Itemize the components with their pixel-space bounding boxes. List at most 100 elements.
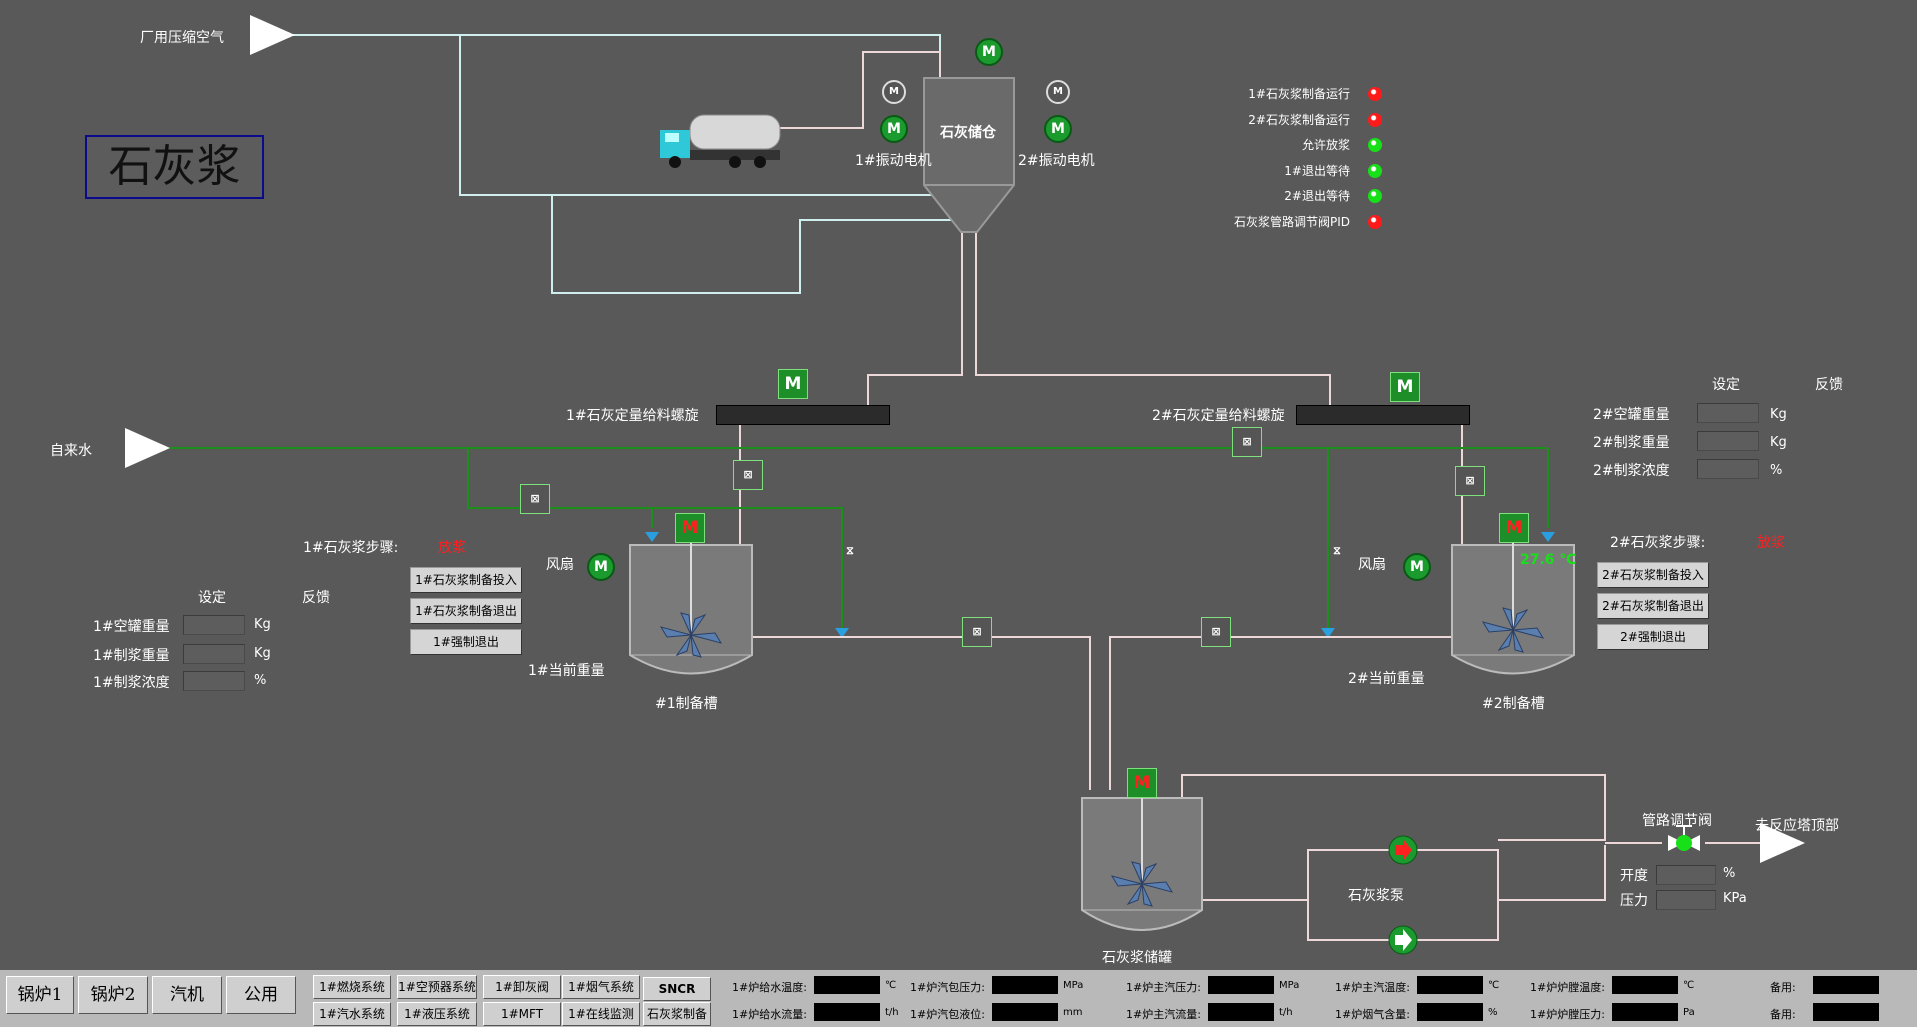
nav-sub-3[interactable]: 1#液压系统 <box>397 1002 477 1026</box>
right-col-fb: 反馈 <box>1815 377 1843 393</box>
screw-1[interactable] <box>716 405 890 425</box>
silo-label: 石灰储仓 <box>940 125 996 141</box>
status-row: 允许放浆 <box>1200 136 1390 156</box>
right-unit-0: Kg <box>1770 407 1787 422</box>
nav-sub-5[interactable]: 1#MFT <box>483 1002 561 1026</box>
status-indicator-icon <box>1368 163 1382 178</box>
storage-name: 石灰浆储罐 <box>1102 950 1172 966</box>
silo-motor-icon[interactable]: M <box>975 38 1003 66</box>
air-pipes <box>290 34 951 294</box>
water-valve-1-icon[interactable]: ⊠ <box>520 484 550 514</box>
status-indicator-icon <box>1368 189 1382 203</box>
nav-sub-4[interactable]: 1#卸灰阀 <box>483 975 561 999</box>
nav-boiler-1[interactable]: 锅炉1 <box>6 976 74 1014</box>
left-field-2[interactable] <box>183 671 245 691</box>
status-row: 1#石灰浆制备运行 <box>1200 85 1390 105</box>
right-field-2[interactable] <box>1697 459 1759 479</box>
screw-1-motor-icon[interactable]: M <box>778 369 808 399</box>
water-valve-4-icon[interactable]: ⊠ <box>1455 466 1485 496</box>
screw-2[interactable] <box>1296 405 1470 425</box>
valve-pressure-unit: KPa <box>1723 891 1747 906</box>
nav-turbine[interactable]: 汽机 <box>152 976 222 1014</box>
right-unit-1: Kg <box>1770 435 1787 450</box>
nav-sub-1[interactable]: 1#汽水系统 <box>313 1002 391 1026</box>
screw-1-label: 1#石灰定量给料螺旋 <box>566 408 699 424</box>
right-step-label: 2#石灰浆步骤: <box>1610 535 1706 551</box>
nav-sub-8[interactable]: SNCR <box>643 977 711 1001</box>
status-row: 2#石灰浆制备运行 <box>1200 111 1390 131</box>
screw-2-label: 2#石灰定量给料螺旋 <box>1152 408 1285 424</box>
nav-sub-7[interactable]: 1#在线监测 <box>562 1002 640 1026</box>
nav-sub-0[interactable]: 1#燃烧系统 <box>313 975 391 999</box>
fan-2-motor-icon[interactable]: M <box>1403 553 1431 581</box>
fan-1-motor-icon[interactable]: M <box>587 553 615 581</box>
status-row: 2#退出等待 <box>1200 187 1390 207</box>
readout-value <box>1813 1003 1879 1021</box>
readout-label: 1#炉主汽流量: <box>1126 1008 1201 1021</box>
tank-2-agitator-motor-icon[interactable]: M <box>1499 513 1529 543</box>
nav-sub-6[interactable]: 1#烟气系统 <box>562 975 640 999</box>
readout-unit: MPa <box>1279 980 1300 991</box>
left-field-1[interactable] <box>183 644 245 664</box>
tank-1-agitator-motor-icon[interactable]: M <box>675 513 705 543</box>
water-valve-3-icon[interactable]: ⊠ <box>1232 427 1262 457</box>
storage-agitator-motor-icon[interactable]: M <box>1127 768 1157 798</box>
right-btn-0[interactable]: 2#石灰浆制备投入 <box>1597 562 1709 588</box>
status-row: 石灰浆管路调节阀PID <box>1200 213 1390 233</box>
readout-label: 1#炉主汽压力: <box>1126 981 1201 994</box>
status-indicator-icon <box>1368 112 1382 127</box>
right-btn-2[interactable]: 2#强制退出 <box>1597 624 1709 650</box>
readout-value <box>1208 976 1274 994</box>
nav-sub-2[interactable]: 1#空预器系统 <box>397 975 477 999</box>
screw-2-motor-icon[interactable]: M <box>1390 372 1420 402</box>
readout-label: 1#炉汽包液位: <box>910 1008 985 1021</box>
valve-motor-2-icon[interactable]: M <box>1046 80 1070 104</box>
readout-unit: MPa <box>1063 980 1084 991</box>
water-valve-2-icon[interactable]: ⊠ <box>733 460 763 490</box>
valve-motor-1-icon[interactable]: M <box>882 80 906 104</box>
readout-label: 1#炉烟气含量: <box>1335 1008 1410 1021</box>
drain-valve-1-icon[interactable]: ⊠ <box>962 617 992 647</box>
drain-valve-2-icon[interactable]: ⊠ <box>1201 617 1231 647</box>
lime-feed-pipes <box>739 230 1463 545</box>
control-valve-label: 管路调节阀 <box>1642 813 1712 829</box>
readout-label: 1#炉炉膛压力: <box>1530 1008 1605 1021</box>
status-label: 允许放浆 <box>1301 138 1350 152</box>
tank-2-temp: 27.6 ℃ <box>1520 552 1577 568</box>
nav-public[interactable]: 公用 <box>226 976 296 1014</box>
valve-open-unit: % <box>1723 866 1736 881</box>
truck-icon <box>660 114 781 168</box>
left-btn-1[interactable]: 1#石灰浆制备退出 <box>410 598 522 624</box>
readout-label: 备用: <box>1770 1008 1796 1021</box>
vib-motor-2-icon[interactable]: M <box>1044 115 1072 143</box>
readout-value <box>1612 976 1678 994</box>
left-field-0[interactable] <box>183 615 245 635</box>
readout-value <box>1813 976 1879 994</box>
nav-boiler-2[interactable]: 锅炉2 <box>78 976 148 1014</box>
readout-unit: mm <box>1063 1007 1083 1018</box>
left-btn-2[interactable]: 1#强制退出 <box>410 629 522 655</box>
vib-motor-1-icon[interactable]: M <box>880 115 908 143</box>
right-step-value: 放浆 <box>1757 535 1785 551</box>
right-field-0[interactable] <box>1697 403 1759 423</box>
readout-label: 1#炉炉膛温度: <box>1530 981 1605 994</box>
readout-value <box>1208 1003 1274 1021</box>
slurry-pipes <box>750 636 1768 941</box>
tank-1-name: #1制备槽 <box>655 696 718 712</box>
left-btn-0[interactable]: 1#石灰浆制备投入 <box>410 567 522 593</box>
readout-unit: ℃ <box>1683 980 1695 991</box>
readout-value <box>992 1003 1058 1021</box>
mid-valve-1-icon[interactable]: ⧖ <box>835 536 865 566</box>
readout-unit: % <box>1488 1007 1498 1018</box>
left-row-0: 1#空罐重量 <box>93 619 170 635</box>
tank-1-weight-label: 1#当前重量 <box>528 663 605 679</box>
status-label: 1#石灰浆制备运行 <box>1248 87 1350 101</box>
destination-label: 去反应塔顶部 <box>1755 818 1839 834</box>
right-btn-1[interactable]: 2#石灰浆制备退出 <box>1597 593 1709 619</box>
mid-valve-2-icon[interactable]: ⧖ <box>1322 536 1352 566</box>
right-field-1[interactable] <box>1697 431 1759 451</box>
nav-sub-9[interactable]: 石灰浆制备 <box>643 1002 711 1026</box>
readout-label: 1#炉汽包压力: <box>910 981 985 994</box>
left-row-2: 1#制浆浓度 <box>93 675 170 691</box>
left-unit-2: % <box>254 673 267 688</box>
